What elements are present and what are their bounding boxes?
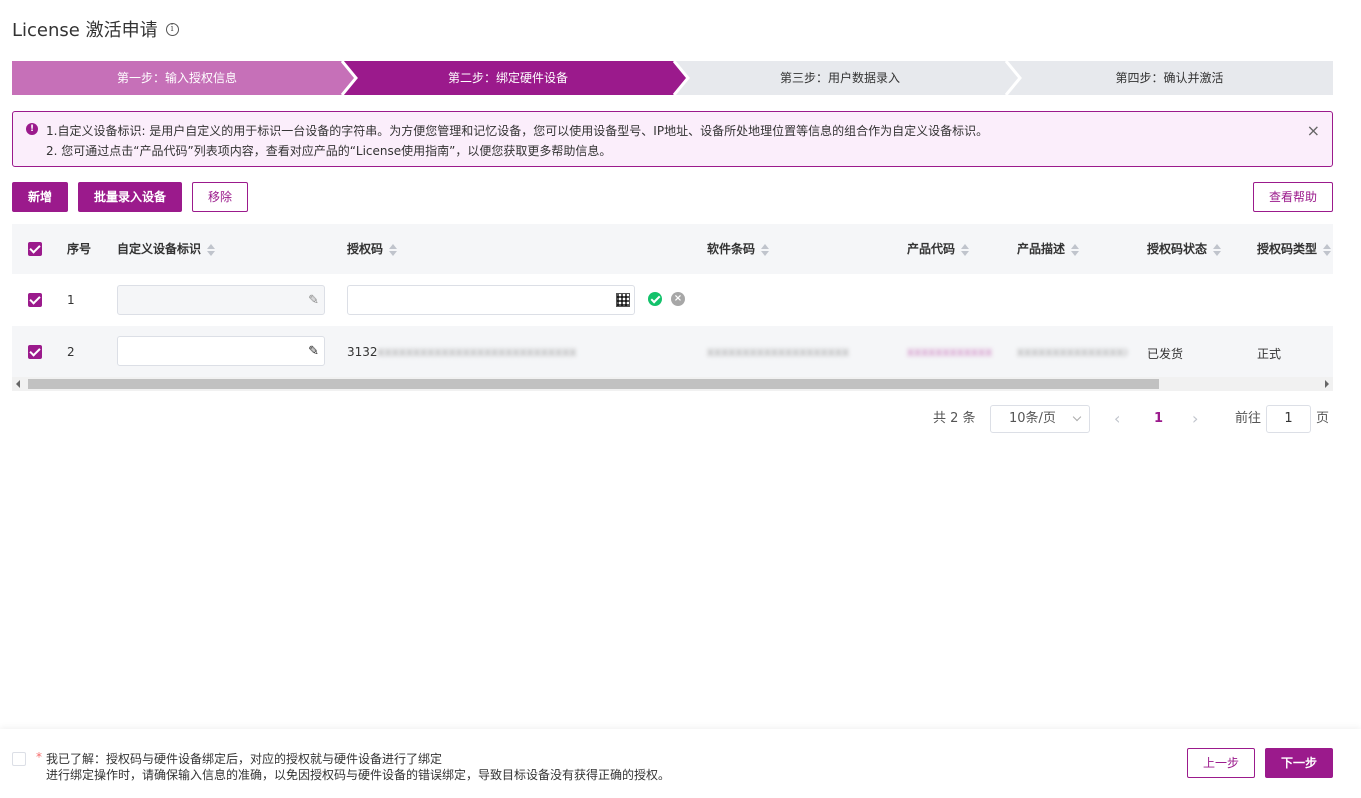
confirm-icon[interactable] <box>648 292 662 306</box>
cancel-icon[interactable]: × <box>671 292 685 306</box>
page-header: License 激活申请 i <box>12 17 179 41</box>
qr-code-icon[interactable] <box>616 293 630 307</box>
barcode-value: xxxxxxxxxxxxxxxxxxxx <box>707 345 850 359</box>
scrollbar-thumb[interactable] <box>28 379 1159 389</box>
row-checkbox[interactable] <box>28 345 42 359</box>
type-value: 正式 <box>1257 347 1282 361</box>
device-table: 序号 自定义设备标识 授权码 软件条码 产品代码 产品描述 授权码状态 授权码类… <box>12 224 1333 392</box>
sort-icon[interactable] <box>961 243 970 256</box>
chevron-down-icon <box>1072 412 1082 422</box>
step-1[interactable]: 第一步：输入授权信息 <box>12 61 342 95</box>
table-row[interactable]: 2 ✎ 3132xxxxxxxxxxxxxxxxxxxxxxxxxxxx xxx… <box>12 326 1333 378</box>
row-index: 2 <box>67 345 75 359</box>
step-4[interactable]: 第四步：确认并激活 <box>1006 61 1333 95</box>
sort-icon[interactable] <box>1071 243 1080 256</box>
col-status[interactable]: 授权码状态 <box>1147 224 1222 274</box>
col-index: 序号 <box>67 242 92 256</box>
select-all-checkbox[interactable] <box>28 242 42 256</box>
scroll-left-icon[interactable] <box>16 380 20 388</box>
page-size-select[interactable]: 10条/页 <box>990 405 1090 433</box>
prev-page-icon[interactable]: ‹ <box>1114 405 1120 433</box>
goto-label: 前往 <box>1235 411 1262 426</box>
next-step-button[interactable]: 下一步 <box>1265 748 1333 778</box>
sort-icon[interactable] <box>1213 243 1222 256</box>
agree-checkbox[interactable] <box>12 752 26 766</box>
close-icon[interactable]: × <box>1307 121 1320 140</box>
page-unit-label: 页 <box>1316 411 1330 426</box>
goto-page-input[interactable]: 1 <box>1266 405 1311 433</box>
device-id-input[interactable]: ✎ <box>117 285 325 315</box>
table-row[interactable]: 1 ✎ × <box>12 274 1333 326</box>
next-page-icon[interactable]: › <box>1192 405 1198 433</box>
add-button[interactable]: 新增 <box>12 182 68 212</box>
page-number[interactable]: 1 <box>1154 405 1163 433</box>
remove-button[interactable]: 移除 <box>192 182 248 212</box>
row-checkbox[interactable] <box>28 293 42 307</box>
sort-icon[interactable] <box>207 243 216 256</box>
device-id-input[interactable]: ✎ <box>117 336 325 366</box>
step-progress: 第一步：输入授权信息 第二步：绑定硬件设备 第三步：用户数据录入 第四步：确认并… <box>12 61 1333 95</box>
col-product-code[interactable]: 产品代码 <box>907 224 970 274</box>
step-3[interactable]: 第三步：用户数据录入 <box>674 61 1006 95</box>
footer-bar: * 我已了解：授权码与硬件设备绑定后，对应的授权就与硬件设备进行了绑定 进行绑定… <box>0 729 1361 798</box>
horizontal-scrollbar[interactable] <box>12 377 1333 391</box>
step-2[interactable]: 第二步：绑定硬件设备 <box>342 61 674 95</box>
table-header: 序号 自定义设备标识 授权码 软件条码 产品代码 产品描述 授权码状态 授权码类… <box>12 224 1333 274</box>
agree-text-line-1: 我已了解：授权码与硬件设备绑定后，对应的授权就与硬件设备进行了绑定 <box>46 752 443 766</box>
alert-line-1: 1.自定义设备标识: 是用户自定义的用于标识一台设备的字符串。为方便您管理和记忆… <box>46 124 989 138</box>
license-code-value: 3132xxxxxxxxxxxxxxxxxxxxxxxxxxxx <box>347 345 577 359</box>
product-code-link[interactable]: xxxxxxxxxxxx <box>907 345 997 359</box>
info-alert: ! 1.自定义设备标识: 是用户自定义的用于标识一台设备的字符串。为方便您管理和… <box>12 111 1333 167</box>
info-icon[interactable]: i <box>165 22 179 36</box>
alert-icon: ! <box>26 123 38 135</box>
alert-line-2: 2. 您可通过点击“产品代码”列表项内容，查看对应产品的“License使用指南… <box>46 144 612 158</box>
row-index: 1 <box>67 293 75 307</box>
product-desc-value: xxxxxxxxxxxxxxxx <box>1017 345 1127 359</box>
status-value: 已发货 <box>1147 347 1184 361</box>
sort-icon[interactable] <box>1323 243 1332 256</box>
help-button[interactable]: 查看帮助 <box>1253 182 1333 212</box>
required-mark: * <box>36 750 42 764</box>
batch-import-button[interactable]: 批量录入设备 <box>78 182 182 212</box>
license-code-input[interactable] <box>347 285 635 315</box>
page-title: License 激活申请 <box>12 20 158 41</box>
sort-icon[interactable] <box>761 243 770 256</box>
col-product-desc[interactable]: 产品描述 <box>1017 224 1080 274</box>
col-license-code[interactable]: 授权码 <box>347 224 398 274</box>
pagination-total: 共 2 条 <box>933 411 976 426</box>
col-device-id[interactable]: 自定义设备标识 <box>117 224 216 274</box>
edit-icon[interactable]: ✎ <box>308 293 319 308</box>
col-barcode[interactable]: 软件条码 <box>707 224 770 274</box>
scroll-right-icon[interactable] <box>1325 380 1329 388</box>
col-type[interactable]: 授权码类型 <box>1257 224 1332 274</box>
sort-icon[interactable] <box>389 243 398 256</box>
edit-icon[interactable]: ✎ <box>308 344 319 359</box>
agree-text-line-2: 进行绑定操作时，请确保输入信息的准确，以免因授权码与硬件设备的错误绑定，导致目标… <box>46 768 671 782</box>
prev-step-button[interactable]: 上一步 <box>1187 748 1255 778</box>
